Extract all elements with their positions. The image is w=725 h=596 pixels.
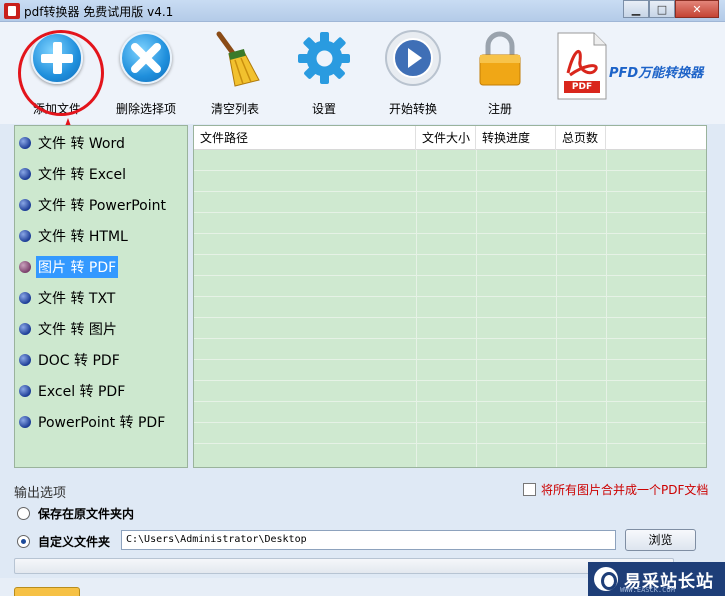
browse-button[interactable]: 浏览 xyxy=(625,529,696,551)
remove-selected-button[interactable]: 删除选择项 xyxy=(101,28,191,117)
lock-icon xyxy=(470,28,530,88)
gear-icon xyxy=(294,28,354,88)
toolbar: 添加文件 删除选择项 清空列表 设置 开始转换 注册 PDF PFD万能转换器 xyxy=(0,22,725,124)
register-label: 注册 xyxy=(487,102,512,116)
register-button[interactable]: 注册 xyxy=(455,28,545,117)
remove-selected-label: 删除选择项 xyxy=(115,102,176,116)
watermark-subtext: WWW.EASCK.COM xyxy=(620,586,675,594)
column-header-file-path[interactable]: 文件路径 xyxy=(194,126,416,150)
sidebar-item-powerpoint-to-pdf[interactable]: PowerPoint 转 PDF xyxy=(19,411,167,433)
window-title: pdf转换器 免费试用版 v4.1 xyxy=(24,5,174,19)
minimize-button[interactable]: ▁ xyxy=(623,0,649,18)
table-body xyxy=(194,150,706,467)
annotation-circle xyxy=(18,30,104,116)
broom-icon xyxy=(205,28,265,88)
sidebar-item-doc-to-pdf[interactable]: DOC 转 PDF xyxy=(19,349,122,371)
pdf-document-icon: PDF xyxy=(556,31,608,101)
radio-circle[interactable] xyxy=(17,535,30,548)
sidebar-item-image-to-pdf[interactable]: 图片 转 PDF xyxy=(19,256,119,278)
sidebar-item-file-to-word[interactable]: 文件 转 Word xyxy=(19,132,127,154)
bullet-icon xyxy=(19,199,31,211)
custom-folder-radio[interactable]: 自定义文件夹 xyxy=(17,533,110,550)
clear-list-button[interactable]: 清空列表 xyxy=(190,28,280,117)
app-pdf-icon xyxy=(4,3,20,19)
radio-circle[interactable] xyxy=(17,507,30,520)
window-controls: ▁ □ ✕ xyxy=(623,0,719,18)
qq-contact-button[interactable] xyxy=(14,587,80,596)
custom-folder-label: 自定义文件夹 xyxy=(38,535,111,549)
sidebar-item-file-to-txt[interactable]: 文件 转 TXT xyxy=(19,287,117,309)
brand-label: PFD万能转换器 xyxy=(609,66,704,81)
save-in-source-radio[interactable]: 保存在原文件夹内 xyxy=(17,505,134,522)
title-bar: pdf转换器 免费试用版 v4.1 ▁ □ ✕ xyxy=(0,0,725,22)
column-header-file-size[interactable]: 文件大小 xyxy=(416,126,476,150)
merge-images-label: 将所有图片合并成一个PDF文档 xyxy=(541,483,709,497)
sidebar-item-excel-to-pdf[interactable]: Excel 转 PDF xyxy=(19,380,127,402)
start-convert-label: 开始转换 xyxy=(388,102,437,116)
conversion-progress-bar xyxy=(14,558,674,574)
checkbox-box[interactable] xyxy=(523,483,536,496)
start-convert-button[interactable]: 开始转换 xyxy=(368,28,458,117)
bullet-icon xyxy=(19,137,31,149)
sidebar-item-file-to-image[interactable]: 文件 转 图片 xyxy=(19,318,119,340)
bullet-icon xyxy=(19,261,31,273)
conversion-type-list: 文件 转 Word 文件 转 Excel 文件 转 PowerPoint 文件 … xyxy=(14,125,188,468)
merge-images-checkbox[interactable]: 将所有图片合并成一个PDF文档 xyxy=(523,481,708,498)
bullet-icon xyxy=(19,292,31,304)
settings-button[interactable]: 设置 xyxy=(279,28,369,117)
watermark-logo-icon xyxy=(594,567,618,591)
sidebar-item-file-to-html[interactable]: 文件 转 HTML xyxy=(19,225,130,247)
settings-label: 设置 xyxy=(311,102,336,116)
output-options-title: 输出选项 xyxy=(14,486,67,501)
bullet-icon xyxy=(19,416,31,428)
close-button[interactable]: ✕ xyxy=(675,0,719,18)
bullet-icon xyxy=(19,354,31,366)
site-watermark: 易采站长站 WWW.EASCK.COM xyxy=(588,562,725,596)
bullet-icon xyxy=(19,230,31,242)
bullet-icon xyxy=(19,323,31,335)
save-in-source-label: 保存在原文件夹内 xyxy=(38,507,135,521)
bullet-icon xyxy=(19,385,31,397)
play-icon xyxy=(383,28,443,88)
sidebar-item-file-to-excel[interactable]: 文件 转 Excel xyxy=(19,163,128,185)
output-path-field[interactable]: C:\Users\Administrator\Desktop xyxy=(121,530,616,550)
column-header-progress[interactable]: 转换进度 xyxy=(476,126,556,150)
remove-icon xyxy=(116,28,176,88)
sidebar-item-file-to-powerpoint[interactable]: 文件 转 PowerPoint xyxy=(19,194,168,216)
file-list-table[interactable]: 文件路径 文件大小 转换进度 总页数 xyxy=(193,125,707,468)
table-header: 文件路径 文件大小 转换进度 总页数 xyxy=(194,126,706,150)
clear-list-label: 清空列表 xyxy=(210,102,259,116)
pdf-badge-text: PDF xyxy=(571,82,593,92)
column-header-page-count[interactable]: 总页数 xyxy=(556,126,606,150)
maximize-button[interactable]: □ xyxy=(649,0,675,18)
bullet-icon xyxy=(19,168,31,180)
